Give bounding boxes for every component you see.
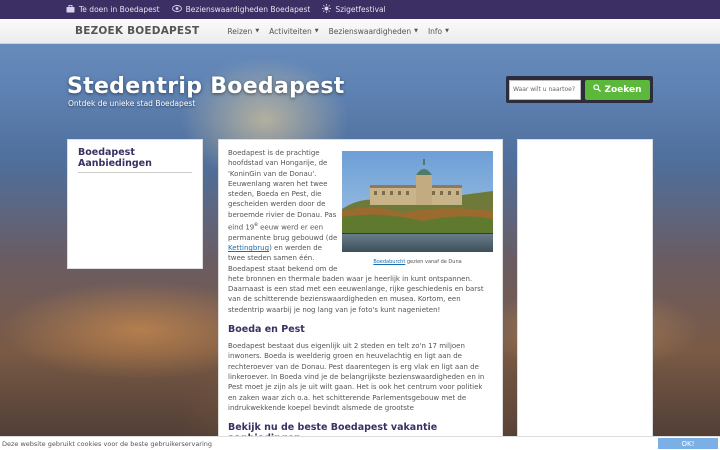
menu-item-activiteiten[interactable]: Activiteiten ▼ (269, 27, 318, 36)
caption-text: gezien vanaf de Duna (405, 259, 462, 265)
caret-down-icon: ▼ (314, 28, 319, 34)
hero-subtitle: Ontdek de unieke stad Boedapest (68, 99, 196, 108)
menu-item-label: Bezienswaardigheden (328, 26, 412, 36)
search-icon (593, 84, 602, 95)
briefcase-icon (66, 4, 75, 15)
caption-link-boedaburcht[interactable]: Boedaburcht (373, 259, 405, 265)
menu-item-label: Reizen (227, 26, 253, 36)
article-figure: Boedaburcht gezien vanaf de Duna (342, 151, 493, 265)
hero-title: Stedentrip Boedapest (67, 74, 345, 99)
topbar-link-label: Bezienswaardigheden Boedapest (185, 5, 311, 14)
cookie-bar: Deze website gebruikt cookies voor de be… (0, 436, 720, 450)
intro-text-1: Boedapest is de prachtige hoofdstad van … (228, 149, 337, 232)
search-button[interactable]: Zoeken (585, 79, 650, 100)
heading-boeda-en-pest: Boeda en Pest (228, 324, 305, 336)
cookie-ok-button[interactable]: OK! (658, 438, 718, 449)
caret-down-icon: ▼ (445, 28, 450, 34)
eye-icon (171, 5, 182, 14)
buda-castle-photo (342, 151, 493, 252)
site-brand[interactable]: BEZOEK BOEDAPEST (75, 25, 199, 37)
link-kettingbrug[interactable]: Kettingbrug (228, 244, 269, 252)
sidebar-offers-panel: Boedapest Aanbiedingen (67, 139, 203, 269)
article-content: Boedaburcht gezien vanaf de Duna Boedape… (218, 139, 503, 439)
right-sidebar-panel (517, 139, 653, 439)
topbar-link-te-doen[interactable]: Te doen in Boedapest (66, 4, 160, 15)
menu-item-label: Activiteiten (269, 26, 312, 36)
top-bar: Te doen in Boedapest Bezienswaardigheden… (0, 0, 720, 19)
image-caption: Boedaburcht gezien vanaf de Duna (342, 259, 493, 265)
menu-item-bezienswaardigheden[interactable]: Bezienswaardigheden ▼ (329, 27, 418, 36)
caret-down-icon: ▼ (414, 28, 418, 34)
menu-item-reizen[interactable]: Reizen ▼ (227, 27, 259, 36)
topbar-link-label: Szigetfestival (335, 5, 386, 14)
search-form: Zoeken (506, 76, 653, 103)
search-button-label: Zoeken (604, 84, 642, 95)
caret-down-icon: ▼ (255, 28, 260, 34)
search-input[interactable] (509, 79, 581, 100)
topbar-link-szigetfestival[interactable]: Szigetfestival (322, 4, 386, 15)
paragraph-boeda-en-pest: Boedapest bestaat dus eigenlijk uit 2 st… (228, 342, 485, 412)
main-navbar: BEZOEK BOEDAPEST Reizen ▼ Activiteiten ▼ B… (0, 19, 720, 44)
menu-item-label: Info (427, 26, 443, 36)
topbar-link-label: Te doen in Boedapest (79, 5, 160, 14)
main-menu: Reizen ▼ Activiteiten ▼ Bezienswaardighede… (227, 27, 449, 36)
sun-icon (322, 4, 332, 15)
topbar-link-bezienswaardigheden[interactable]: Bezienswaardigheden Boedapest (171, 5, 311, 14)
cookie-text: Deze website gebruikt cookies voor de be… (2, 439, 213, 448)
menu-item-info[interactable]: Info ▼ (428, 27, 449, 36)
sidebar-heading: Boedapest Aanbiedingen (78, 147, 192, 173)
